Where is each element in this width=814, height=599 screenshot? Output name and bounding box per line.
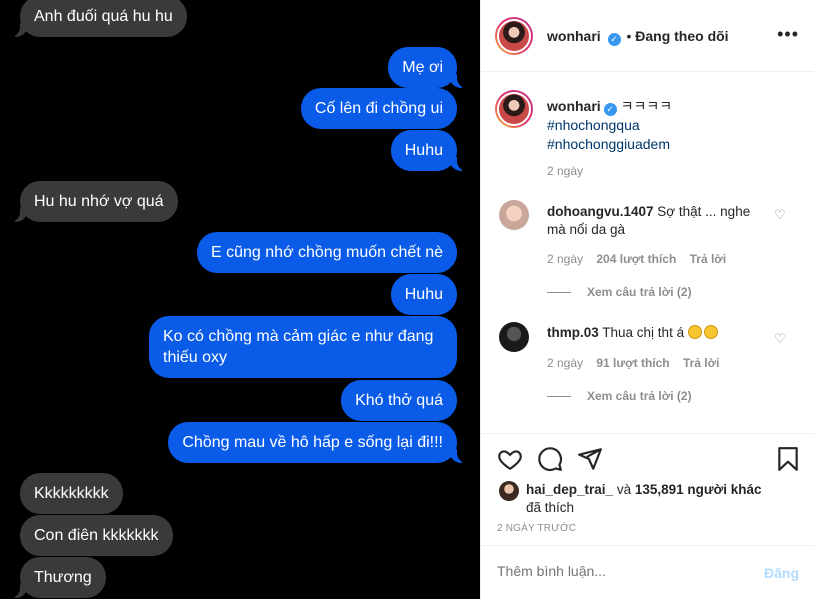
comment-input[interactable]: [497, 563, 737, 579]
chat-message: Kkkkkkkkk: [20, 473, 123, 514]
hashtag-link[interactable]: #nhochongqua: [547, 117, 640, 133]
chat-screenshot: Anh đuối quá hu hu Mẹ ơi Cố lên đi chồng…: [0, 0, 480, 599]
more-horizontal-icon[interactable]: •••: [777, 24, 799, 45]
chat-message: Mẹ ơi: [388, 47, 467, 88]
post-header: wonhari ✓ • Đang theo dõi •••: [481, 0, 814, 72]
verified-badge-icon: ✓: [603, 103, 617, 116]
comment-likes[interactable]: 204 lượt thích: [596, 252, 676, 266]
bookmark-icon[interactable]: [775, 446, 801, 472]
likes-count[interactable]: 135,891 người khác: [635, 482, 762, 497]
chat-message: Chồng mau về hô hấp e sống lại đi!!!: [168, 422, 467, 463]
comment-like-heart-icon[interactable]: ♡: [774, 208, 786, 221]
add-comment-bar: Đăng: [481, 545, 814, 599]
author-username[interactable]: wonhari: [547, 28, 601, 44]
liker-avatar[interactable]: [499, 481, 519, 501]
comment-username[interactable]: thmp.03: [547, 325, 599, 340]
comment-text: Thua chị tht á: [602, 325, 685, 340]
comment-like-heart-icon[interactable]: ♡: [774, 332, 786, 345]
comment-icon[interactable]: [537, 446, 563, 472]
author-avatar[interactable]: [495, 17, 533, 55]
caption: wonhari ✓ ㅋㅋㅋㅋ #nhochongqua #nhochonggiua…: [547, 97, 797, 154]
post-date[interactable]: 2 NGÀY TRƯỚC: [497, 523, 576, 534]
like-heart-icon[interactable]: [497, 446, 523, 472]
post-panel: wonhari ✓ • Đang theo dõi ••• wonhari ✓ ㅋ…: [480, 0, 814, 599]
chat-message: Hu hu nhớ vợ quá: [10, 181, 178, 222]
likes-suffix: đã thích: [526, 500, 575, 515]
likes-summary: hai_dep_trai_ và 135,891 người khác đã t…: [526, 481, 796, 517]
caption-text: ㅋㅋㅋㅋ: [620, 98, 673, 114]
view-replies-label: Xem câu trả lời (2): [587, 389, 692, 403]
comment-username[interactable]: dohoangvu.1407: [547, 204, 654, 219]
divider-line: [547, 396, 571, 398]
post-comment-button[interactable]: Đăng: [764, 565, 799, 581]
hashtag-link[interactable]: #nhochonggiuadem: [547, 136, 670, 152]
view-replies-button[interactable]: Xem câu trả lời (2): [547, 389, 692, 403]
chat-message: Khó thở quá: [341, 380, 457, 421]
chat-message: Anh đuối quá hu hu: [10, 0, 187, 37]
chat-message: Con điên kkkkkkk: [20, 515, 173, 556]
chat-message: E cũng nhớ chồng muốn chết nè: [197, 232, 457, 273]
laughing-emoji-icon: [687, 325, 702, 339]
likes-and: và: [616, 482, 632, 497]
chat-message: Huhu: [390, 274, 457, 315]
follow-status-button[interactable]: Đang theo dõi: [635, 28, 728, 44]
chat-message: Ko có chồng mà cảm giác e như đang thiếu…: [149, 316, 457, 378]
header-separator: •: [626, 28, 632, 44]
caption-avatar[interactable]: [495, 90, 533, 128]
reply-button[interactable]: Trả lời: [690, 252, 727, 266]
chat-message: Thương: [10, 557, 106, 598]
header-user-line: wonhari ✓ • Đang theo dõi: [547, 28, 729, 46]
comment: thmp.03 Thua chị tht á: [547, 324, 765, 342]
post-actions: hai_dep_trai_ và 135,891 người khác đã t…: [481, 433, 814, 545]
verified-badge-icon: ✓: [607, 33, 621, 46]
reply-button[interactable]: Trả lời: [683, 356, 720, 370]
laughing-emoji-icon: [703, 325, 718, 339]
view-replies-button[interactable]: Xem câu trả lời (2): [547, 285, 692, 299]
chat-message: Huhu: [390, 130, 468, 171]
comment-likes[interactable]: 91 lượt thích: [596, 356, 669, 370]
commenter-avatar[interactable]: [499, 200, 529, 230]
divider-line: [547, 292, 571, 294]
comment-meta: 2 ngày 91 lượt thích Trả lời: [547, 356, 720, 370]
comment-time[interactable]: 2 ngày: [547, 356, 583, 370]
share-icon[interactable]: [577, 446, 603, 472]
caption-time[interactable]: 2 ngày: [547, 164, 583, 178]
comment-meta: 2 ngày 204 lượt thích Trả lời: [547, 252, 726, 266]
view-replies-label: Xem câu trả lời (2): [587, 285, 692, 299]
commenter-avatar[interactable]: [499, 322, 529, 352]
liker-username[interactable]: hai_dep_trai_: [526, 482, 613, 497]
caption-username[interactable]: wonhari: [547, 98, 601, 114]
chat-message: Cố lên đi chồng ui: [300, 88, 457, 129]
comment-time[interactable]: 2 ngày: [547, 252, 583, 266]
comment: dohoangvu.1407 Sợ thật ... nghe mà nổi d…: [547, 203, 765, 239]
